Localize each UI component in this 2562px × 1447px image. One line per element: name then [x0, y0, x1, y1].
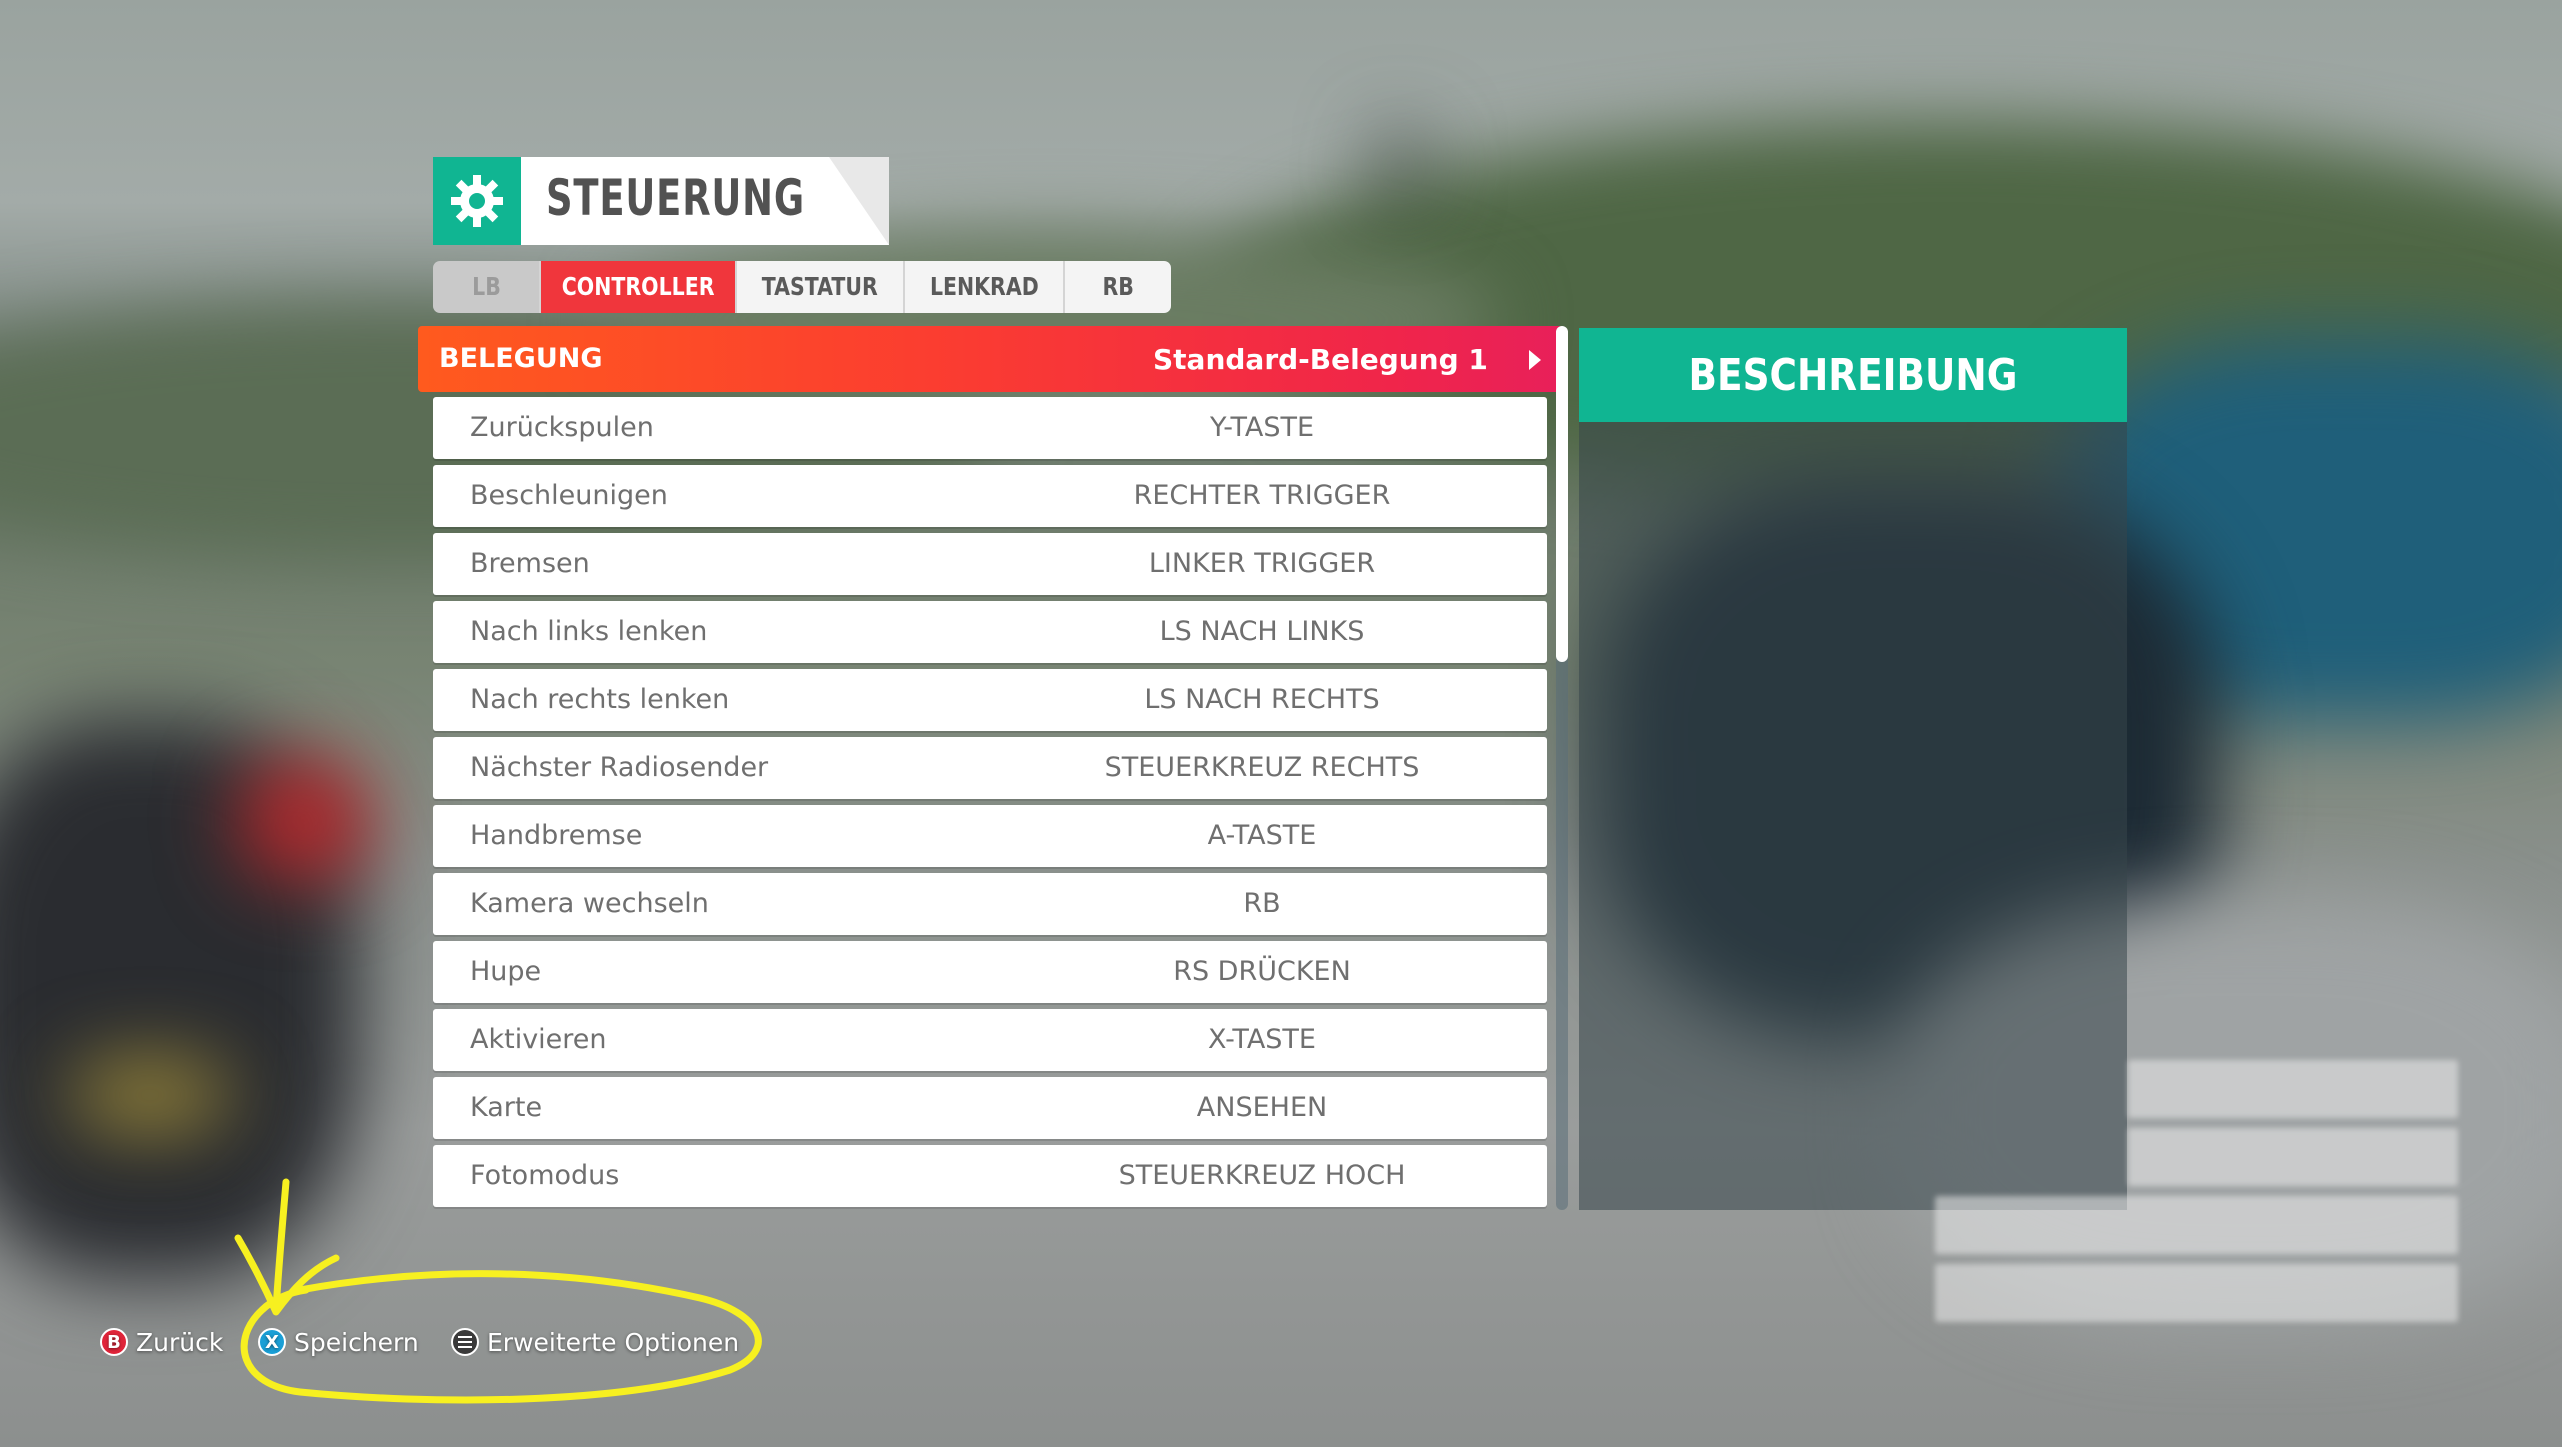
annotation-arrow-head: [234, 1234, 340, 1316]
annotation-overlay: [234, 1178, 762, 1404]
annotation-arrow-icon: [272, 1178, 290, 1314]
annotation-ellipse: [240, 1270, 762, 1404]
